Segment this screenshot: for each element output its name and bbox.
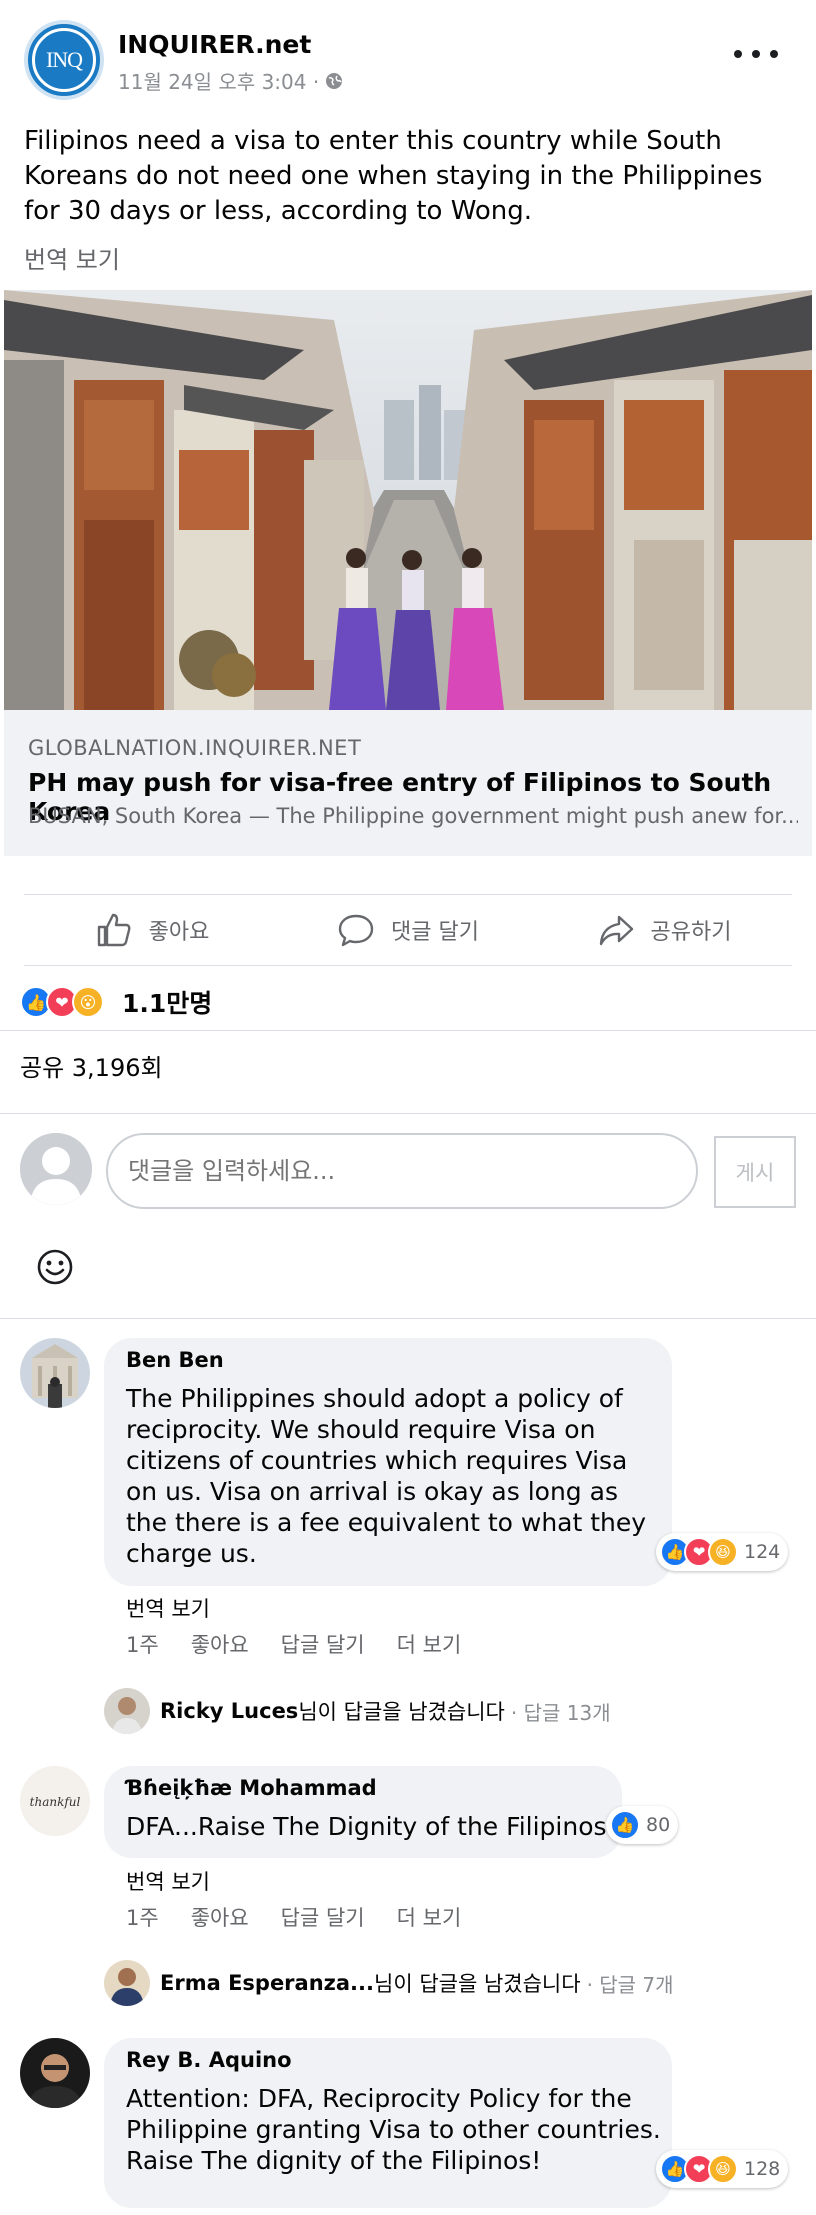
portrait-photo: [20, 2038, 90, 2108]
replies-summary[interactable]: Erma Esperanza... 님이 답글을 남겼습니다 · 답글 7개: [104, 1960, 674, 2006]
reaction-icons: 👍 ❤ 😮: [20, 986, 104, 1018]
reply-author: Erma Esperanza...: [160, 1971, 374, 1995]
action-bar: 좋아요 댓글 달기 공유하기: [24, 894, 792, 966]
avatar-text: thankful: [30, 1795, 81, 1809]
comment-time: 1주: [126, 1633, 159, 1657]
comment-reaction-count: 128: [744, 2158, 781, 2180]
haha-reaction-icon: 😆: [708, 2154, 738, 2184]
comment-input[interactable]: [106, 1133, 698, 1209]
translate-link[interactable]: 번역 보기: [24, 240, 120, 275]
reply-avatar: [104, 1960, 150, 2006]
reply-avatar: [104, 1688, 150, 1734]
like-reaction-icon: 👍: [610, 1810, 640, 1840]
comment-more-button[interactable]: 더 보기: [397, 1629, 462, 1659]
link-preview-image: [4, 290, 812, 710]
reply-avatar-photo: [104, 1688, 150, 1734]
haha-reaction-icon: 😆: [708, 1537, 738, 1567]
comment-reaction-count: 80: [646, 1814, 671, 1836]
commenter-avatar[interactable]: thankful: [20, 1766, 90, 1836]
post-date[interactable]: 11월 24일 오후 3:04 ·: [118, 66, 319, 95]
divider: [0, 1318, 816, 1319]
comment-like-button[interactable]: 좋아요: [191, 1902, 249, 1932]
composer-avatar: [20, 1133, 92, 1205]
reactions-summary[interactable]: 👍 ❤ 😮 1.1만명: [20, 980, 212, 1024]
comment-reactions[interactable]: 👍 80: [606, 1806, 679, 1844]
commenter-avatar[interactable]: [20, 2038, 90, 2108]
wow-reaction-icon: 😮: [72, 986, 104, 1018]
comment-translate-link[interactable]: 번역 보기: [126, 1593, 210, 1623]
commenter-avatar[interactable]: [20, 1338, 90, 1408]
comment-label: 댓글 달기: [391, 920, 479, 945]
comment-like-button[interactable]: 좋아요: [191, 1629, 249, 1659]
post-meta: 11월 24일 오후 3:04 ·: [118, 66, 343, 95]
reply-count: · 답글 13개: [510, 1700, 611, 1725]
more-options-button[interactable]: [734, 40, 778, 68]
comment-reaction-count: 124: [744, 1541, 781, 1563]
comment-actions: 1주 좋아요 답글 달기 더 보기: [126, 1902, 493, 1932]
comment-more-button[interactable]: 더 보기: [397, 1902, 462, 1932]
reply-count: · 답글 7개: [586, 1972, 674, 1997]
post-text: Filipinos need a visa to enter this coun…: [24, 126, 763, 226]
comment-reactions[interactable]: 👍 ❤ 😆 124: [656, 1533, 789, 1571]
comment-reply-button[interactable]: 답글 달기: [281, 1629, 365, 1659]
comment-translate-link[interactable]: 번역 보기: [126, 1866, 210, 1896]
page-logo[interactable]: INQ: [24, 20, 104, 100]
share-count[interactable]: 공유 3,196회: [20, 1048, 163, 1083]
divider: [0, 1113, 816, 1114]
link-description: BUSAN, South Korea — The Philippine gove…: [28, 804, 798, 828]
reply-summary-text: 님이 답글을 남겼습니다: [298, 1700, 505, 1724]
like-button[interactable]: 좋아요: [24, 895, 280, 965]
comment-author[interactable]: Ben Ben: [126, 1348, 224, 1372]
comment-text: DFA...Raise The Dignity of the Filipinos…: [126, 1812, 617, 1841]
reply-author: Ricky Luces: [160, 1699, 299, 1723]
comment-time: 1주: [126, 1906, 159, 1930]
comment-author[interactable]: Rey B. Aquino: [126, 2048, 292, 2072]
cathedral-photo: [20, 1338, 90, 1408]
share-label: 공유하기: [650, 920, 732, 945]
default-avatar-icon: [20, 1133, 92, 1205]
thumbs-up-icon: [97, 913, 131, 947]
more-dot-icon: [752, 50, 760, 58]
comment-reactions[interactable]: 👍 ❤ 😆 128: [656, 2150, 789, 2188]
page-name[interactable]: INQUIRER.net: [118, 30, 311, 59]
replies-summary[interactable]: Ricky Luces 님이 답글을 남겼습니다 · 답글 13개: [104, 1688, 611, 1734]
more-dot-icon: [734, 50, 742, 58]
hanok-street-image: [4, 290, 812, 710]
globe-icon: [326, 72, 343, 89]
reply-summary-text: 님이 답글을 남겼습니다: [374, 1972, 581, 1996]
comment-actions: 1주 좋아요 답글 달기 더 보기: [126, 1629, 493, 1659]
reaction-count: 1.1만명: [122, 989, 213, 1018]
post-header: INQ INQUIRER.net 11월 24일 오후 3:04 ·: [0, 0, 816, 120]
share-arrow-icon: [599, 915, 633, 946]
link-preview-card[interactable]: GLOBALNATION.INQUIRER.NET PH may push fo…: [4, 290, 812, 856]
like-label: 좋아요: [148, 920, 210, 945]
comment-icon: [338, 914, 374, 947]
divider: [0, 1030, 816, 1031]
reply-avatar-photo: [104, 1960, 150, 2006]
more-dot-icon: [770, 50, 778, 58]
comment-button[interactable]: 댓글 달기: [280, 895, 536, 965]
share-button[interactable]: 공유하기: [536, 895, 792, 965]
thankful-text-avatar: thankful: [20, 1766, 90, 1836]
logo-text: INQ: [45, 47, 83, 72]
emoji-icon[interactable]: [36, 1248, 74, 1286]
post-comment-button[interactable]: 게시: [714, 1136, 796, 1208]
comment-author[interactable]: Ɓɦeįķħæ Mohammad: [126, 1776, 377, 1800]
comment-reply-button[interactable]: 답글 달기: [281, 1902, 365, 1932]
comment-text: The Philippines should adopt a policy of…: [126, 1384, 647, 1568]
comment-text: Attention: DFA, Reciprocity Policy for t…: [126, 2084, 661, 2175]
link-domain: GLOBALNATION.INQUIRER.NET: [28, 736, 362, 760]
